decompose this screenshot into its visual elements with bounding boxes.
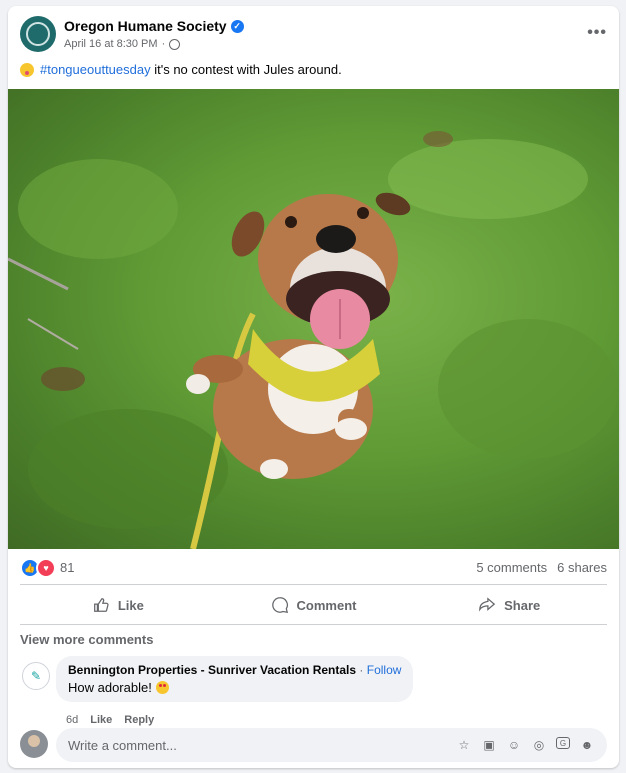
engagement-counts: 5 comments 6 shares [476,560,607,575]
gif-icon[interactable]: G [556,737,570,749]
user-avatar[interactable] [20,730,48,758]
page-name[interactable]: Oregon Humane Society [64,18,227,34]
post-timestamp[interactable]: April 16 at 8:30 PM [64,38,158,50]
comment-author-row: Bennington Properties - Sunriver Vacatio… [68,663,401,677]
divider [20,624,607,625]
post-caption: #tongueouttuesday it's no contest with J… [20,62,342,77]
like-button[interactable]: Like [20,588,216,622]
comment-author[interactable]: Bennington Properties - Sunriver Vacatio… [68,663,356,677]
post-header: Oregon Humane Society ✓ April 16 at 8:30… [20,16,607,56]
commenter-avatar[interactable]: ✎ [22,662,50,690]
shares-count[interactable]: 6 shares [557,560,607,575]
comment-text: How adorable! [68,680,152,695]
globe-icon [169,38,181,50]
comment-meta: 6d Like Reply [66,714,154,726]
view-more-comments-link[interactable]: View more comments [20,632,153,647]
composer-tools: ☆ ▣ ☺ ◎ G ☻ [456,737,595,753]
heart-eyes-emoji-icon [155,681,169,694]
share-icon [479,597,496,612]
comment-bubble: Bennington Properties - Sunriver Vacatio… [56,656,414,702]
post-photo[interactable] [8,89,619,549]
reaction-icons[interactable]: 👍 ♥ [20,558,56,578]
follow-separator: · [356,663,367,677]
page-name-row: Oregon Humane Society ✓ [64,18,244,34]
follow-button[interactable]: Follow [367,663,402,677]
comment-icon [271,597,288,613]
share-label: Share [504,597,541,613]
comment-label: Comment [296,597,357,613]
reactions-count[interactable]: 81 [60,560,74,575]
post-meta: April 16 at 8:30 PM · [64,38,181,50]
comment-age[interactable]: 6d [66,714,78,726]
thumbs-up-icon [93,598,109,612]
post-actions: Like Comment Share [20,588,607,622]
share-button[interactable]: Share [411,588,607,622]
comment-composer: ☆ ▣ ☺ ◎ G ☻ [20,728,607,762]
comment-reply-button[interactable]: Reply [124,714,154,726]
dog-photo-illustration [8,131,618,549]
page-avatar[interactable] [20,16,56,52]
sticker-face-icon[interactable]: ☻ [579,737,595,753]
avatar-sticker-icon[interactable]: ☆ [456,737,472,753]
comment-button[interactable]: Comment [216,588,412,622]
love-reaction-icon: ♥ [36,558,56,578]
divider [20,584,607,585]
hashtag-link[interactable]: #tongueouttuesday [40,62,151,77]
sticker-icon[interactable]: ▣ [481,737,497,753]
post-card: Oregon Humane Society ✓ April 16 at 8:30… [8,6,619,768]
meta-separator: · [161,38,166,50]
camera-icon[interactable]: ◎ [531,737,547,753]
like-label: Like [117,597,144,613]
caption-text: it's no contest with Jules around. [150,62,342,77]
comments-count[interactable]: 5 comments [476,560,547,575]
comment-text-row: How adorable! [68,680,401,695]
tongue-emoji-icon [20,62,34,77]
comment-like-button[interactable]: Like [90,714,112,726]
verified-badge-icon: ✓ [230,19,244,33]
more-options-button[interactable]: ••• [587,24,607,42]
emoji-icon[interactable]: ☺ [506,737,522,753]
reaction-stats: 👍 ♥ 81 5 comments 6 shares [20,558,607,578]
